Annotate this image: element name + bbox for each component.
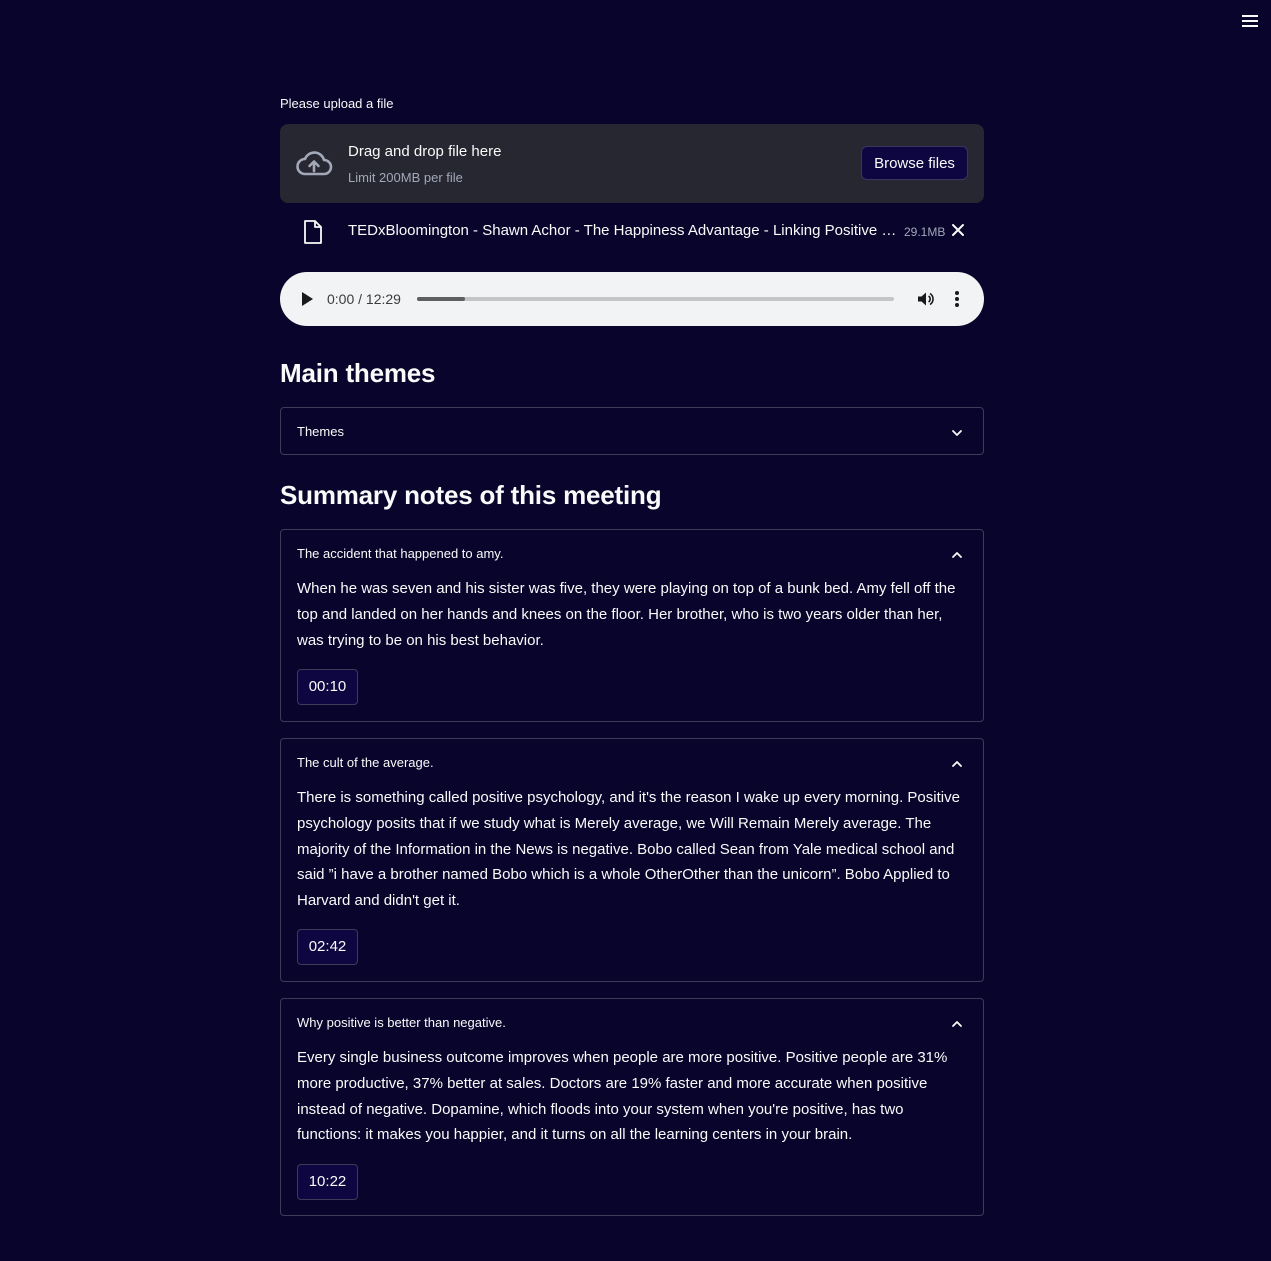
summary-title: The accident that happened to amy. [297,546,504,561]
themes-expander-label: Themes [297,424,344,439]
summary-body: Every single business outcome improves w… [297,1049,948,1144]
chevron-up-icon[interactable] [951,1017,963,1029]
file-size: 29.1MB [904,225,946,239]
close-icon[interactable] [950,222,966,238]
play-icon[interactable] [300,291,314,307]
timestamp-button[interactable]: 02:42 [297,929,358,965]
summary-title: The cult of the average. [297,755,434,770]
hamburger-menu-icon[interactable] [1240,12,1260,30]
timestamp-button[interactable]: 10:22 [297,1164,358,1200]
chevron-down-icon[interactable] [951,426,963,438]
dropzone-limit: Limit 200MB per file [348,170,463,185]
chevron-up-icon[interactable] [951,548,963,560]
file-name: TEDxBloomington - Shawn Achor - The Happ… [348,222,900,239]
browse-files-button[interactable]: Browse files [861,146,968,180]
summary-body: When he was seven and his sister was fiv… [297,580,956,649]
summary-expander[interactable]: Why positive is better than negative. Ev… [280,998,984,1216]
upload-label: Please upload a file [280,96,394,111]
dropzone-title: Drag and drop file here [348,143,502,160]
summary-expander[interactable]: The cult of the average. There is someth… [280,738,984,982]
timestamp-button[interactable]: 00:10 [297,669,358,705]
cloud-upload-icon [295,148,333,178]
seek-progress [417,297,465,301]
playback-time: 0:00 / 12:29 [327,291,401,307]
file-dropzone[interactable]: Drag and drop file here Limit 200MB per … [280,124,984,203]
more-vertical-icon[interactable] [954,290,960,308]
uploaded-file-row: TEDxBloomington - Shawn Achor - The Happ… [280,215,984,249]
audio-player[interactable]: 0:00 / 12:29 [280,272,984,326]
chevron-up-icon[interactable] [951,757,963,769]
themes-expander[interactable]: Themes [280,407,984,455]
seek-slider[interactable] [417,297,894,301]
summary-heading: Summary notes of this meeting [280,480,662,510]
main-themes-heading: Main themes [280,358,436,388]
summary-body: There is something called positive psych… [297,789,960,910]
summary-title: Why positive is better than negative. [297,1015,506,1030]
volume-icon[interactable] [916,290,934,308]
file-icon [302,219,324,245]
summary-expander[interactable]: The accident that happened to amy. When … [280,529,984,722]
